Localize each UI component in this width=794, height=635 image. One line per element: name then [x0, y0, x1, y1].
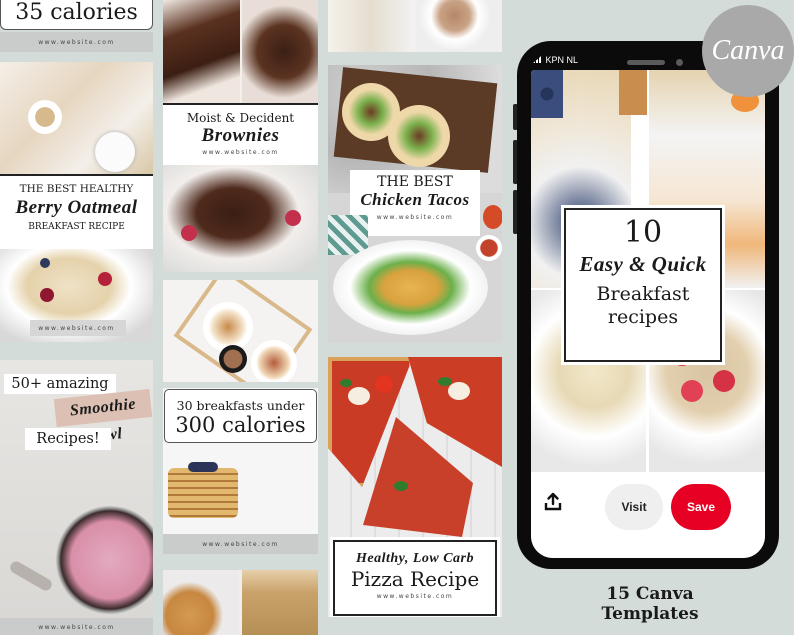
mozzarella	[348, 387, 370, 405]
basil-leaf	[438, 377, 452, 386]
muffins-basket-photo	[242, 570, 318, 635]
card-subtitle: BREAKFAST RECIPE	[28, 222, 125, 232]
card-kicker: Moist & Decident	[186, 111, 295, 125]
chocolate-frosting-photo	[242, 0, 318, 103]
title-line3-box: Recipes!	[25, 428, 111, 450]
website-label: www.website.com	[202, 149, 279, 156]
tomato	[483, 205, 502, 229]
card-kicker: Healthy, Low Carb	[355, 551, 475, 566]
yogurt-bowl-icon	[95, 132, 135, 172]
canva-logo-badge: Canva	[702, 5, 794, 97]
salsa-bowl	[476, 235, 502, 261]
title-box: Healthy, Low Carb Pizza Recipe www.websi…	[330, 537, 500, 617]
template-card-300-calories[interactable]: 30 breakfasts under 300 calories www.web…	[163, 388, 318, 554]
phone-screen: 10 Easy & Quick Breakfast recipes Visit …	[531, 70, 765, 558]
hot-chocolate-photo	[416, 0, 502, 52]
blueberry	[40, 258, 50, 268]
title-line2-box: Smoothie bowl	[53, 389, 153, 446]
card-title: 300 calories	[175, 413, 306, 437]
pin-action-bar: Visit Save	[531, 472, 765, 558]
card-title: Berry Oatmeal	[15, 197, 138, 218]
share-button[interactable]	[541, 490, 565, 514]
tea-cup-photo	[619, 70, 647, 115]
phone-mockup: KPN NL 10 Easy & Quick Breakfast recipes	[517, 41, 779, 569]
title-line1-box: 50+ amazing	[4, 374, 116, 394]
website-label: www.website.com	[376, 593, 454, 600]
plate	[251, 340, 297, 382]
save-button[interactable]: Save	[671, 484, 731, 530]
pin-script-title: Easy & Quick	[579, 252, 707, 276]
spoon	[8, 559, 54, 593]
template-card-hot-drinks[interactable]	[328, 0, 502, 52]
pin-title-line3: recipes	[607, 306, 679, 328]
template-card-smoothie-bowl[interactable]: 50+ amazing Smoothie bowl Recipes! www.w…	[0, 360, 153, 635]
blueberries-topping	[188, 462, 218, 472]
templates-caption: 15 Canva Templates	[560, 584, 740, 624]
save-label: Save	[686, 500, 716, 514]
raspberry	[40, 288, 54, 302]
template-card-35-calories[interactable]: 35 calories www.website.com	[0, 0, 153, 52]
template-card-breakfast-tray[interactable]	[163, 280, 318, 382]
latte-glass-photo	[328, 0, 414, 52]
strawberry	[681, 380, 703, 402]
raspberry	[285, 210, 301, 226]
pin-number: 10	[623, 215, 663, 250]
plate-of-tacos	[333, 240, 488, 335]
title-box: Moist & Decident Brownies www.website.co…	[163, 103, 318, 165]
card-title: Pizza Recipe	[350, 567, 480, 591]
coffee-cup	[219, 345, 247, 373]
mozzarella	[448, 382, 470, 400]
raspberry	[181, 225, 197, 241]
website-label: www.website.com	[38, 39, 115, 46]
template-card-muffins[interactable]	[163, 570, 318, 635]
website-label: www.website.com	[202, 541, 279, 548]
card-title: Chicken Tacos	[360, 190, 470, 209]
pin-title-line2: Breakfast	[596, 283, 690, 305]
title-box: 35 calories	[0, 0, 153, 30]
brownie-stack-photo	[163, 0, 240, 103]
title-box: 30 breakfasts under 300 calories	[164, 389, 317, 443]
front-camera	[676, 59, 683, 66]
visit-label: Visit	[621, 500, 647, 514]
plate	[203, 302, 253, 352]
template-card-brownies[interactable]: Moist & Decident Brownies www.website.co…	[163, 0, 318, 272]
taco	[388, 105, 450, 167]
card-subtitle: Recipes!	[36, 431, 100, 447]
title-box: THE BEST HEALTHY Berry Oatmeal BREAKFAST…	[0, 174, 153, 249]
tomato-slice	[375, 375, 393, 393]
visit-button[interactable]: Visit	[605, 484, 663, 530]
website-label: www.website.com	[376, 214, 454, 221]
smoothie-bowl-photo	[55, 505, 153, 615]
caption-line2: Templates	[601, 604, 699, 624]
basil-leaf	[394, 481, 408, 491]
pin-title-box: 10 Easy & Quick Breakfast recipes	[561, 205, 725, 365]
card-title: 35 calories	[15, 0, 138, 25]
card-kicker: THE BEST HEALTHY	[19, 183, 134, 195]
card-kicker: 30 breakfasts under	[176, 398, 305, 413]
carrier-label: KPN NL	[545, 54, 579, 65]
template-card-berry-oatmeal[interactable]: THE BEST HEALTHY Berry Oatmeal BREAKFAST…	[0, 62, 153, 342]
speaker-grille	[627, 60, 665, 65]
card-kicker: THE BEST	[377, 174, 453, 190]
pancakes-photo	[168, 468, 238, 518]
caption-line1: 15 Canva	[606, 584, 694, 604]
strawberry	[713, 370, 735, 392]
card-kicker: 50+ amazing	[11, 376, 109, 392]
website-label: www.website.com	[38, 325, 115, 332]
template-card-chicken-tacos[interactable]: THE BEST Chicken Tacos www.website.com	[328, 65, 502, 343]
oats-bowl-icon	[28, 100, 62, 134]
website-label: www.website.com	[38, 624, 115, 631]
blueberry-muffin-photo	[163, 570, 239, 635]
blueberries	[531, 70, 563, 118]
card-title: Brownies	[201, 125, 280, 146]
template-card-pizza[interactable]: Healthy, Low Carb Pizza Recipe www.websi…	[328, 357, 502, 617]
signal-icon	[533, 56, 541, 64]
share-icon	[544, 492, 562, 511]
basil-leaf	[340, 379, 352, 387]
title-box: THE BEST Chicken Tacos www.website.com	[350, 170, 480, 236]
raspberry	[98, 272, 112, 286]
canva-logo-text: Canva	[711, 35, 785, 66]
